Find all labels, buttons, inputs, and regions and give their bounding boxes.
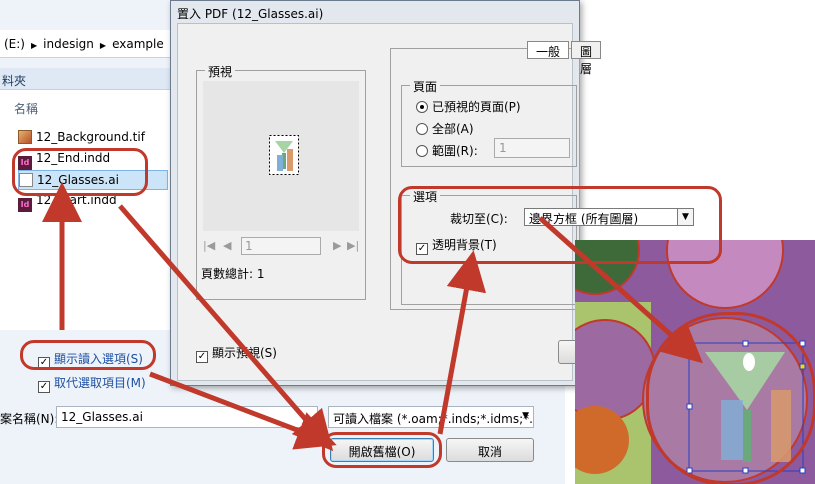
radio-selected-icon	[416, 101, 428, 113]
filetype-select[interactable]: 可讀入檔案 (*.oam;*.inds;*.idms;*. ▼	[328, 406, 534, 428]
checkbox-checked-icon: ✓	[38, 381, 50, 393]
annotation-circle-options	[398, 186, 722, 264]
last-page-icon[interactable]: ▶|	[347, 239, 359, 252]
range-value: 1	[499, 141, 507, 155]
page-number-value: 1	[245, 239, 253, 253]
chevron-right-icon: ▶	[99, 41, 107, 50]
next-page-icon[interactable]: ▶	[333, 239, 341, 252]
annotation-circle-import-options	[20, 340, 156, 370]
tab-general[interactable]: 一般	[527, 41, 570, 59]
preview-group-label: 預視	[205, 63, 236, 80]
total-pages: 頁數總計: 1	[201, 267, 265, 281]
pages-group: 頁面 已預視的頁面(P) 全部(A) 範圍(R): 1	[401, 78, 577, 167]
preview-area	[203, 81, 359, 231]
list-item[interactable]: 12_Background.tif	[18, 128, 168, 148]
annotation-circle-canvas	[646, 312, 815, 484]
filename-input[interactable]: 12_Glasses.ai	[56, 406, 318, 428]
radio-all-label: 全部(A)	[432, 122, 474, 136]
filetype-value: 可讀入檔案 (*.oam;*.inds;*.idms;*.	[333, 412, 533, 426]
preview-group: 預視 |◀ ◀ 1 ▶ ▶| 頁數總計: 1	[196, 63, 366, 300]
checkbox-checked-icon: ✓	[196, 351, 208, 363]
tab-layers[interactable]: 圖層	[571, 41, 602, 76]
annotation-circle-file	[12, 148, 148, 196]
settings-panel: 一般 圖層 頁面 已預視的頁面(P) 全部(A) 範圍(R): 1 選項 裁切至…	[390, 41, 694, 310]
show-preview-label: 顯示預視(S)	[212, 346, 277, 360]
chevron-down-icon: ▼	[522, 411, 529, 421]
annotation-circle-open	[322, 432, 442, 468]
breadcrumb-folder[interactable]: indesign	[43, 37, 94, 51]
page-number-input[interactable]: 1	[241, 237, 321, 255]
radio-icon	[416, 123, 428, 135]
address-bar[interactable]: (E:) ▶ indesign ▶ example	[0, 30, 172, 58]
indesign-file-icon: Id	[18, 198, 32, 212]
radio-all[interactable]: 全部(A)	[416, 120, 474, 137]
radio-icon	[416, 145, 428, 157]
cancel-button[interactable]: 取消	[446, 438, 534, 462]
file-name: 12_Background.tif	[36, 130, 145, 144]
filename-label: 案名稱(N):	[0, 412, 59, 426]
radio-range-label: 範圍(R):	[432, 144, 478, 158]
prev-page-icon[interactable]: ◀	[223, 239, 231, 252]
radio-previewed-page-label: 已預視的頁面(P)	[432, 100, 521, 114]
first-page-icon[interactable]: |◀	[203, 239, 215, 252]
filename-value: 12_Glasses.ai	[61, 410, 143, 424]
dialog-title: 置入 PDF (12_Glasses.ai)	[171, 1, 579, 23]
replace-selected-checkbox[interactable]: ✓ 取代選取項目(M)	[38, 374, 146, 393]
image-file-icon	[18, 130, 32, 144]
radio-previewed-page[interactable]: 已預視的頁面(P)	[416, 98, 521, 115]
nav-header: 料夾	[0, 68, 172, 90]
chevron-right-icon: ▶	[31, 41, 38, 50]
column-header-name[interactable]: 名稱	[14, 100, 38, 117]
breadcrumb-folder[interactable]: example	[112, 37, 164, 51]
pages-group-label: 頁面	[410, 78, 441, 95]
range-input[interactable]: 1	[494, 138, 570, 158]
radio-range[interactable]: 範圍(R):	[416, 142, 478, 159]
show-preview-checkbox[interactable]: ✓ 顯示預視(S)	[196, 344, 277, 363]
replace-selected-label: 取代選取項目(M)	[54, 376, 146, 390]
breadcrumb-drive[interactable]: (E:)	[4, 37, 25, 51]
glasses-thumbnail-icon	[269, 135, 299, 175]
screenshot-root: (E:) ▶ indesign ▶ example 料夾 名稱 12_Backgroun…	[0, 0, 815, 484]
